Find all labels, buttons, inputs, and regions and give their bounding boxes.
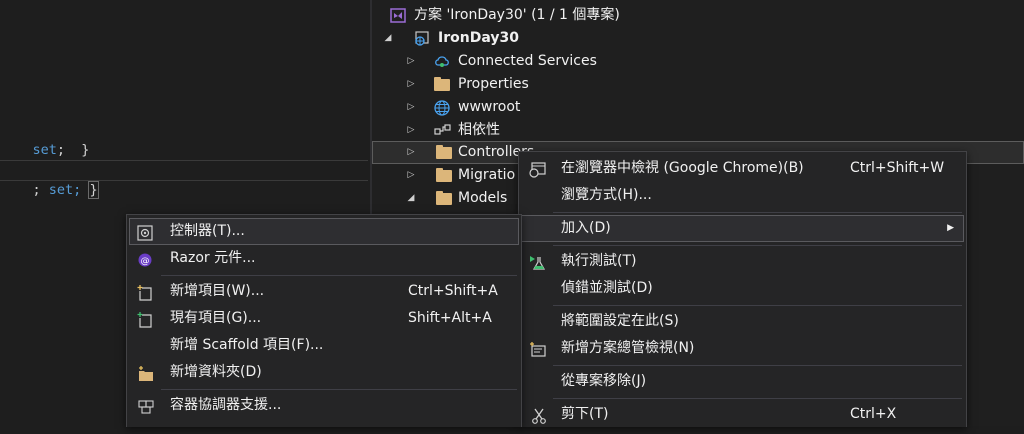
menu-item-add[interactable]: 加入(D) ▶ — [521, 215, 964, 242]
menu-item-label: 容器協調器支援... — [170, 397, 282, 413]
menu-item-label: 現有項目(G)... — [170, 310, 262, 326]
menu-separator — [553, 305, 962, 306]
collapse-arrow-icon[interactable]: ◢ — [405, 187, 417, 210]
tree-item-label: Connected Services — [458, 53, 597, 69]
project-icon — [414, 31, 430, 46]
collapse-arrow-icon[interactable]: ◢ — [382, 27, 394, 50]
menu-item-label: 從專案移除(J) — [561, 373, 647, 389]
tree-item-properties[interactable]: ▷ Properties — [372, 73, 1024, 96]
menu-item-view-in-browser[interactable]: 在瀏覽器中檢視 (Google Chrome)(B) Ctrl+Shift+W — [521, 155, 964, 182]
menu-item-new-solution-view[interactable]: 新增方案總管檢視(N) — [521, 335, 964, 362]
code-punct: ; } — [56, 142, 90, 158]
dependencies-icon — [434, 123, 451, 138]
menu-item-new-item[interactable]: 新增項目(W)... Ctrl+Shift+A — [129, 278, 519, 305]
menu-item-new-folder[interactable]: 新增資料夾(D) — [129, 359, 519, 386]
browser-view-icon — [529, 161, 546, 178]
menu-separator — [161, 275, 517, 276]
tree-item-dependencies[interactable]: ▷ 相依性 — [372, 119, 1024, 142]
menu-item-shortcut: Ctrl+X — [850, 406, 897, 422]
folder-icon — [436, 191, 452, 205]
menu-item-label: 新增 Scaffold 項目(F)... — [170, 337, 324, 353]
keyword-set: set; — [48, 182, 82, 198]
tree-item-wwwroot[interactable]: ▷ wwwroot — [372, 96, 1024, 119]
menu-item-shortcut: Shift+Alt+A — [408, 310, 492, 326]
folder-icon — [436, 168, 452, 182]
matched-brace: } — [88, 181, 99, 199]
project-label: IronDay30 — [438, 30, 519, 46]
menu-item-browse-with[interactable]: 瀏覽方式(H)... — [521, 182, 964, 209]
menu-separator — [553, 212, 962, 213]
svg-text:@: @ — [141, 257, 150, 267]
tree-solution[interactable]: 方案 'IronDay30' (1 / 1 個專案) — [372, 4, 1024, 27]
menu-item-label: 執行測試(T) — [561, 253, 637, 269]
expand-arrow-icon[interactable]: ▷ — [405, 141, 417, 164]
new-folder-icon — [137, 365, 153, 381]
menu-separator — [553, 398, 962, 399]
tree-item-label: 相依性 — [458, 122, 500, 138]
menu-separator — [553, 245, 962, 246]
tree-item-label: Models — [458, 190, 508, 206]
context-menu: 在瀏覽器中檢視 (Google Chrome)(B) Ctrl+Shift+W … — [518, 151, 967, 427]
menu-item-label: 將範圍設定在此(S) — [561, 313, 679, 329]
expand-arrow-icon[interactable]: ▷ — [405, 73, 417, 96]
menu-item-label: 新增方案總管檢視(N) — [561, 340, 695, 356]
menu-item-run-tests[interactable]: 執行測試(T) — [521, 248, 964, 275]
properties-folder-icon — [434, 77, 450, 91]
menu-item-container-support[interactable]: 容器協調器支援... — [129, 392, 519, 419]
menu-item-label: 剪下(T) — [561, 406, 609, 422]
menu-item-label: 新增項目(W)... — [170, 283, 265, 299]
menu-item-label: 新增資料夾(D) — [170, 364, 262, 380]
connected-services-icon — [434, 54, 450, 69]
menu-separator — [161, 389, 517, 390]
expand-arrow-icon[interactable]: ▷ — [405, 119, 417, 142]
add-submenu: 控制器(T)... @ Razor 元件... 新增項目(W)... Ctrl+… — [126, 214, 522, 427]
menu-item-razor-component[interactable]: @ Razor 元件... — [129, 245, 519, 272]
run-tests-flask-icon — [529, 254, 546, 270]
menu-item-label: 控制器(T)... — [170, 223, 245, 239]
submenu-arrow-icon: ▶ — [947, 223, 954, 233]
menu-item-existing-item[interactable]: 現有項目(G)... Shift+Alt+A — [129, 305, 519, 332]
razor-icon: @ — [137, 251, 153, 267]
folder-icon — [436, 145, 452, 159]
menu-item-controller[interactable]: 控制器(T)... — [129, 218, 519, 245]
menu-item-shortcut: Ctrl+Shift+W — [850, 160, 945, 176]
solution-label: 方案 'IronDay30' (1 / 1 個專案) — [414, 7, 620, 23]
scissors-icon — [531, 407, 547, 424]
tree-item-label: Migratio — [458, 167, 516, 183]
menu-item-label: 加入(D) — [561, 220, 611, 236]
globe-icon — [434, 100, 450, 116]
tree-item-connected-services[interactable]: ▷ Connected Services — [372, 50, 1024, 73]
tree-item-label: wwwroot — [458, 99, 521, 115]
existing-item-icon — [137, 311, 153, 328]
menu-item-exclude-from-project[interactable]: 從專案移除(J) — [521, 368, 964, 395]
keyword-set: set — [32, 142, 57, 158]
menu-item-label: 在瀏覽器中檢視 (Google Chrome)(B) — [561, 160, 804, 176]
expand-arrow-icon[interactable]: ▷ — [405, 96, 417, 119]
container-icon — [137, 398, 154, 414]
menu-separator — [553, 365, 962, 366]
controller-icon — [137, 224, 153, 241]
code-punct: ; — [32, 182, 49, 198]
menu-item-cut[interactable]: 剪下(T) Ctrl+X — [521, 401, 964, 428]
menu-item-label: 偵錯並測試(D) — [561, 280, 653, 296]
tree-project[interactable]: ◢ IronDay30 — [372, 27, 1024, 50]
menu-item-label: Razor 元件... — [170, 250, 256, 266]
tree-item-label: Properties — [458, 76, 529, 92]
new-view-icon — [529, 341, 546, 357]
solution-icon — [390, 8, 406, 23]
menu-item-shortcut: Ctrl+Shift+A — [408, 283, 498, 299]
menu-item-label: 瀏覽方式(H)... — [561, 187, 652, 203]
menu-item-scope-to-this[interactable]: 將範圍設定在此(S) — [521, 308, 964, 335]
code-line-current[interactable]: ; set; } — [0, 160, 99, 199]
expand-arrow-icon[interactable]: ▷ — [405, 50, 417, 73]
expand-arrow-icon[interactable]: ▷ — [405, 164, 417, 187]
menu-item-debug-tests[interactable]: 偵錯並測試(D) — [521, 275, 964, 302]
new-item-icon — [137, 284, 153, 301]
menu-item-new-scaffold[interactable]: 新增 Scaffold 項目(F)... — [129, 332, 519, 359]
code-line[interactable]: set; } — [0, 120, 90, 158]
